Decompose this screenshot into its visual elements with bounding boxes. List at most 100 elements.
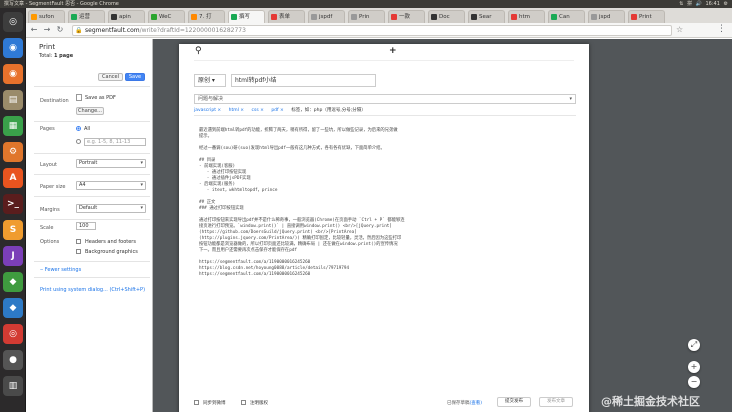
destination-value: Save as PDF [76,94,116,101]
network-icon[interactable]: ⇅ [679,1,683,7]
publish-button[interactable]: 发布文章 [539,397,573,407]
search-icon[interactable]: ⚲ [195,46,202,56]
margins-select[interactable]: Default ▾ [76,204,146,213]
category-select[interactable]: 原创 ▾ [194,74,226,87]
back-icon[interactable]: ← [29,25,39,35]
scale-input[interactable]: 100 [76,222,96,230]
browser-tab[interactable]: 7. 打 [188,10,225,23]
sync-weibo-checkbox[interactable]: 同步到微博 [194,400,226,406]
favicon-icon [551,13,557,20]
browser-tab[interactable]: Can [548,10,585,23]
clock[interactable]: 16:41 [706,1,720,7]
checkbox-icon [194,400,199,405]
browser-tab[interactable]: 运营 [68,10,105,23]
plus-icon[interactable]: + [389,46,397,56]
browser-tab[interactable]: sufon [28,10,65,23]
tag-input[interactable]: 标签，如：php（用逗号,分号;分隔） [291,108,366,113]
browser-tab[interactable]: jspd [588,10,625,23]
software-icon[interactable]: A [3,168,23,188]
browser-tab[interactable]: 一款 [388,10,425,23]
browser-tab[interactable]: Doc [428,10,465,23]
favicon-icon [351,13,357,20]
browser-tab[interactable]: htm [508,10,545,23]
cancel-button[interactable]: Cancel [98,73,123,81]
fit-page-icon[interactable]: ⤢ [688,339,700,351]
pages-custom-radio[interactable] [76,139,84,145]
browser-tab[interactable]: Sear [468,10,505,23]
address-bar[interactable]: 🔒 segmentfault.com/write?draftId=1220000… [72,25,672,36]
headers-footers-checkbox[interactable]: Headers and footers [76,239,136,245]
android-icon[interactable]: ◆ [3,272,23,292]
paper-size-select[interactable]: A4 ▾ [76,181,146,190]
browser-tab[interactable]: WeC [148,10,185,23]
spreadsheet-icon[interactable]: ▦ [3,116,23,136]
files-icon[interactable]: ▤ [3,90,23,110]
tab-label: Prin [359,14,370,20]
firefox-icon[interactable]: ◉ [3,64,23,84]
tab-label: Print [639,14,652,20]
settings-icon[interactable]: ⚙ [3,142,23,162]
trash-icon[interactable]: ▥ [3,376,23,396]
tab-label: apin [119,14,131,20]
submit-button[interactable]: 提交发布 [497,397,531,407]
pages-range-input[interactable]: e.g. 1-5, 8, 11-13 [84,138,146,146]
fewer-settings-link[interactable]: ‒ Fewer settings [40,267,81,273]
zoom-out-icon[interactable]: − [688,376,700,388]
chrome-menu-icon[interactable]: ⋮ [717,24,726,34]
favicon-icon [391,13,397,20]
editor-topbar: ⚲ + [194,44,574,61]
tag-chip[interactable]: javascript × [194,108,221,113]
browser-tab[interactable]: Prin [348,10,385,23]
copyright-checkbox[interactable]: 注明版权 [241,400,268,406]
chrome-icon[interactable]: ◉ [3,38,23,58]
reload-icon[interactable]: ↻ [55,25,65,35]
browser-tab[interactable]: jspdf [308,10,345,23]
window-title: 撰写文章 - SegmentFault 思否 - Google Chrome [4,1,119,7]
netease-music-icon[interactable]: ◎ [3,324,23,344]
favicon-icon [471,13,477,20]
tag-chip[interactable]: pdf × [271,108,284,113]
zoom-in-icon[interactable]: + [688,361,700,373]
favicon-icon [191,13,197,20]
address-path: /write?draftId=1220000016282773 [139,27,246,34]
browser-tab[interactable]: 撰写 [228,10,265,23]
volume-icon[interactable]: 🔊 [696,1,702,7]
pages-all-radio[interactable]: All [76,126,90,132]
input-method-icon[interactable]: 拼 [687,1,692,7]
body-line: 提示。 [199,134,212,139]
background-graphics-checkbox[interactable]: Background graphics [76,249,138,255]
lock-icon: 🔒 [75,27,83,34]
change-destination-button[interactable]: Change... [76,107,104,115]
divider [194,115,576,116]
browser-tab[interactable]: 表单 [268,10,305,23]
browser-tab[interactable]: Print [628,10,665,23]
terminal-icon[interactable]: >_ [3,194,23,214]
bookmark-star-icon[interactable]: ☆ [676,25,683,34]
forward-icon[interactable]: → [42,25,52,35]
chevron-down-icon: ▾ [569,96,572,102]
favicon-icon [111,13,117,20]
favicon-icon [271,13,277,20]
layout-select[interactable]: Portrait ▾ [76,159,146,168]
browser-tab[interactable]: apin [108,10,145,23]
tag-chip[interactable]: html × [229,108,244,113]
tab-label: 撰写 [239,14,251,20]
divider [34,277,150,278]
sublime-icon[interactable]: S [3,220,23,240]
system-dialog-link[interactable]: Print using system dialog... (Ctrl+Shift… [40,287,145,293]
body-line: - itext，wkhtmltopdf，prince [199,188,278,193]
article-title-input[interactable]: html转pdf小结 [231,74,376,87]
favicon-icon [151,13,157,20]
save-button[interactable]: Save [125,73,145,81]
dash-icon[interactable]: ◎ [3,12,23,32]
vscode-icon[interactable]: ◆ [3,298,23,318]
system-tray[interactable]: ⇅ 拼 🔊 16:41 ⚙ [679,0,728,8]
pages-label: Pages [40,126,55,132]
media-icon[interactable]: ● [3,350,23,370]
jetbrains-icon[interactable]: J [3,246,23,266]
body-line: https://segmentfault.com/a/1190000016245… [199,272,311,277]
system-gear-icon[interactable]: ⚙ [724,1,728,7]
tag-chip[interactable]: css × [252,108,264,113]
column-select[interactable]: 问题与解决 ▾ [194,94,576,104]
tab-strip: sufon 运营 apin WeC 7. 打 撰写 表单 jspdf Prin 一款 Doc Sear… [26,8,732,23]
